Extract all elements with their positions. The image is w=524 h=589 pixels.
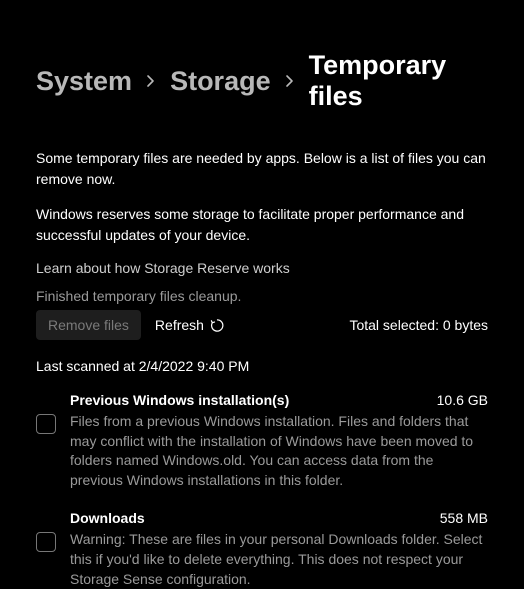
list-item: Downloads 558 MB Warning: These are file… <box>36 510 488 589</box>
total-selected: Total selected: 0 bytes <box>349 317 488 333</box>
refresh-button[interactable]: Refresh <box>155 317 225 333</box>
chevron-right-icon <box>146 74 156 88</box>
refresh-icon <box>210 318 225 333</box>
breadcrumb-current: Temporary files <box>309 50 488 112</box>
chevron-right-icon <box>285 74 295 88</box>
item-title: Previous Windows installation(s) <box>70 392 289 408</box>
learn-link[interactable]: Learn about how Storage Reserve works <box>36 260 290 276</box>
breadcrumb-system[interactable]: System <box>36 66 132 97</box>
item-size: 558 MB <box>440 510 488 526</box>
intro-text-2: Windows reserves some storage to facilit… <box>36 204 488 246</box>
refresh-label: Refresh <box>155 317 204 333</box>
list-item: Previous Windows installation(s) 10.6 GB… <box>36 392 488 490</box>
action-row: Remove files Refresh Total selected: 0 b… <box>36 310 488 340</box>
remove-files-button[interactable]: Remove files <box>36 310 141 340</box>
breadcrumb: System Storage Temporary files <box>36 50 488 112</box>
item-size: 10.6 GB <box>437 392 488 408</box>
cleanup-status: Finished temporary files cleanup. <box>36 288 488 304</box>
checkbox-downloads[interactable] <box>36 532 56 552</box>
checkbox-previous-windows[interactable] <box>36 414 56 434</box>
breadcrumb-storage[interactable]: Storage <box>170 66 271 97</box>
item-description: Warning: These are files in your persona… <box>70 530 488 589</box>
item-description: Files from a previous Windows installati… <box>70 412 488 490</box>
last-scan-time: Last scanned at 2/4/2022 9:40 PM <box>36 358 488 374</box>
intro-text-1: Some temporary files are needed by apps.… <box>36 148 488 190</box>
item-title: Downloads <box>70 510 145 526</box>
